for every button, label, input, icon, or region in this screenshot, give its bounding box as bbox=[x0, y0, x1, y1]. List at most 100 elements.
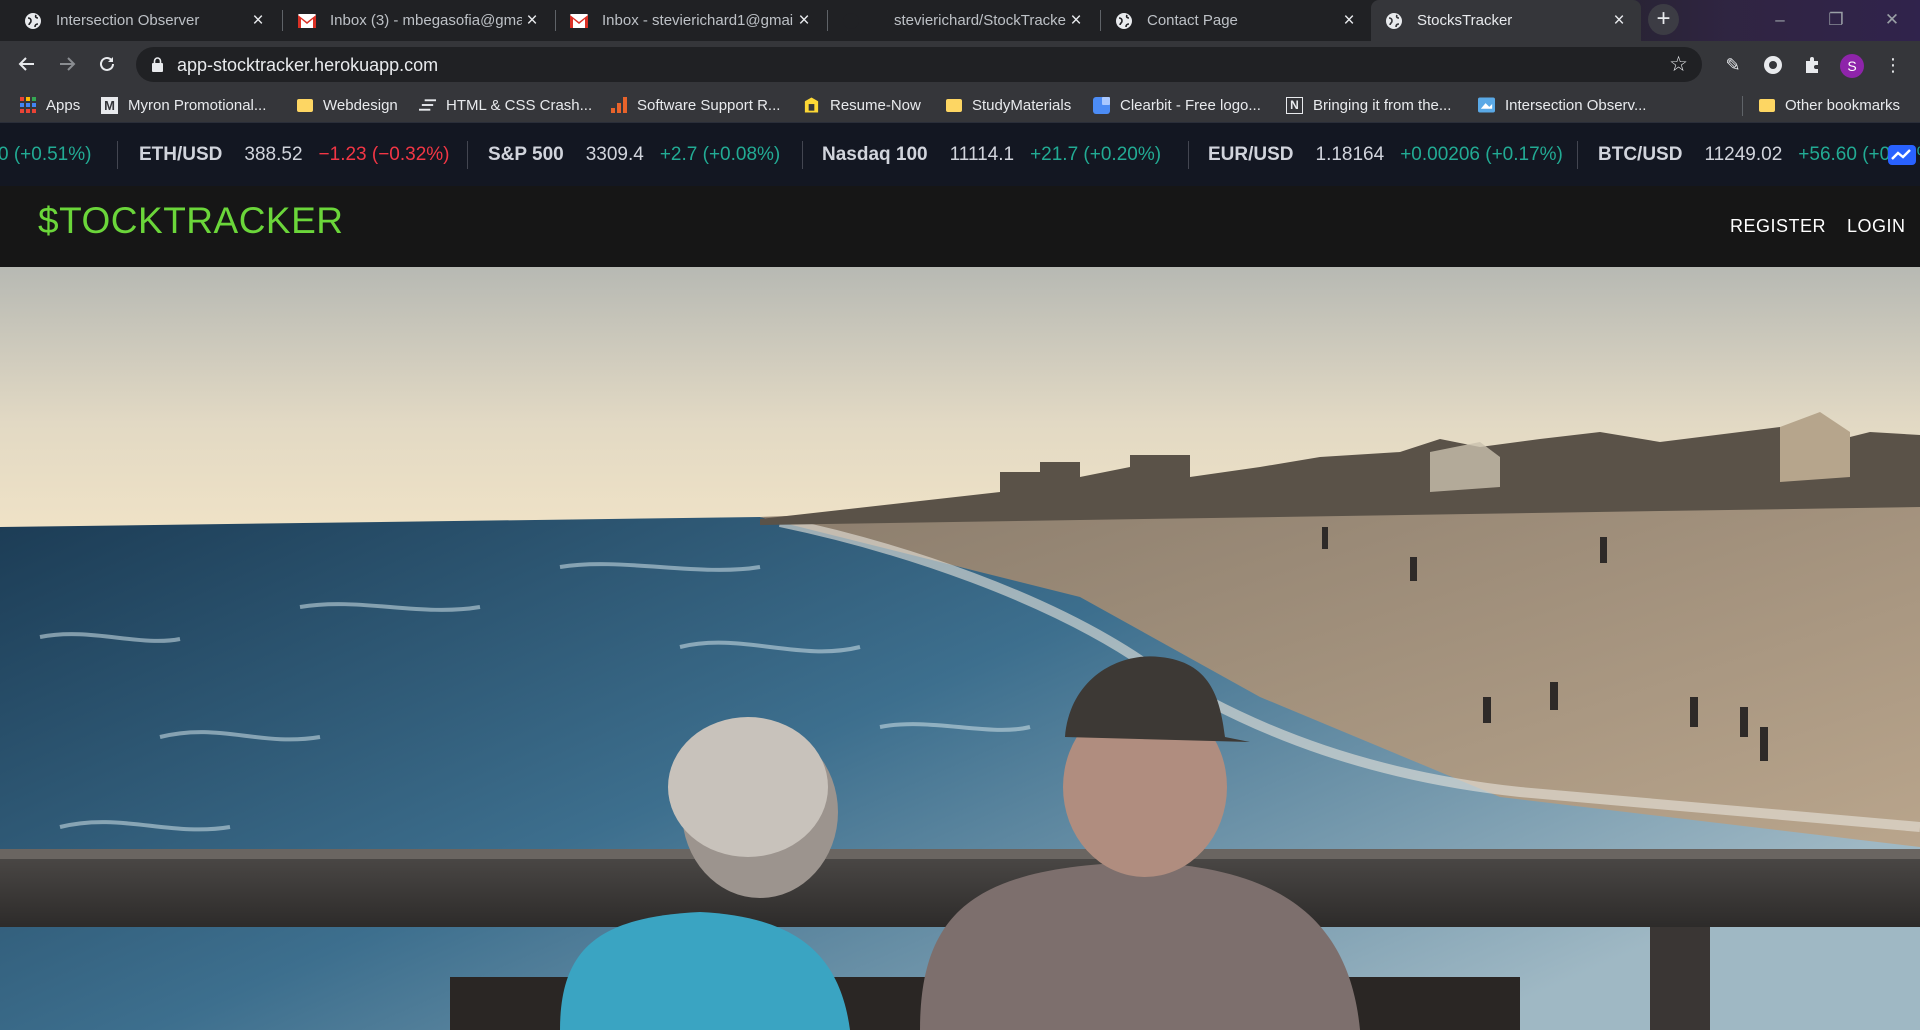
bars-icon bbox=[419, 97, 436, 114]
close-tab-icon[interactable]: × bbox=[522, 10, 542, 32]
ticker-separator bbox=[1188, 141, 1189, 169]
tab-title: Intersection Observer bbox=[56, 12, 200, 29]
ticker-price: 1.18164 bbox=[1315, 144, 1385, 165]
tab-title: stevierichard/StockTracker bbox=[894, 12, 1066, 29]
forward-button[interactable] bbox=[49, 41, 85, 88]
bookmark-label: Myron Promotional... bbox=[128, 96, 267, 114]
browser-toolbar: app-stocktracker.herokuapp.com ☆ ✎ S ⋮ bbox=[0, 41, 1920, 88]
ticker-change: +2.7 (+0.08%) bbox=[659, 144, 781, 165]
bookmark-html-css[interactable]: HTML & CSS Crash... bbox=[419, 88, 592, 122]
bookmark-myron[interactable]: M Myron Promotional... bbox=[101, 88, 266, 122]
bookmark-label: Other bookmarks bbox=[1785, 96, 1901, 114]
ticker-change: +0.00206 (+0.17%) bbox=[1400, 144, 1563, 165]
bookmarks-bar: Apps M Myron Promotional... Webdesign HT… bbox=[0, 88, 1920, 122]
back-arrow-icon bbox=[18, 57, 34, 71]
notion-icon: N bbox=[1286, 96, 1303, 114]
extensions-puzzle-icon[interactable] bbox=[1796, 48, 1830, 82]
close-window-button[interactable]: ✕ bbox=[1864, 0, 1920, 41]
profile-avatar[interactable]: S bbox=[1840, 54, 1864, 78]
minimize-button[interactable]: – bbox=[1752, 0, 1808, 41]
bookmark-label: Intersection Observ... bbox=[1505, 96, 1647, 114]
ticker-symbol: Nasdaq 100 bbox=[822, 144, 928, 165]
tab-github-stocktracker[interactable]: stevierichard/StockTracker × bbox=[828, 0, 1098, 41]
ticker-price: 11114.1 bbox=[949, 144, 1015, 165]
close-tab-icon[interactable]: × bbox=[1066, 10, 1086, 32]
bookmark-clearbit[interactable]: Clearbit - Free logo... bbox=[1093, 88, 1261, 122]
tab-intersection-observer[interactable]: Intersection Observer × bbox=[0, 0, 280, 41]
tab-separator bbox=[282, 10, 283, 31]
globe-icon bbox=[1115, 12, 1133, 30]
bookmark-webdesign[interactable]: Webdesign bbox=[296, 88, 398, 122]
bookmark-intersection-observer[interactable]: Intersection Observ... bbox=[1478, 88, 1646, 122]
tab-title: StocksTracker bbox=[1417, 12, 1513, 29]
tab-gmail-inbox-2[interactable]: Inbox - stevierichard1@gmail.com × bbox=[556, 0, 826, 41]
bookmark-label: Apps bbox=[46, 96, 81, 114]
m-logo-icon: M bbox=[101, 96, 118, 114]
register-link[interactable]: REGISTER bbox=[1730, 216, 1826, 237]
resume-icon bbox=[803, 97, 820, 114]
bookmark-label: HTML & CSS Crash... bbox=[446, 96, 593, 114]
url-text: app-stocktracker.herokuapp.com bbox=[177, 55, 439, 75]
bookmark-star-icon[interactable]: ☆ bbox=[1669, 52, 1688, 77]
globe-icon bbox=[24, 12, 42, 30]
address-bar[interactable]: app-stocktracker.herokuapp.com ☆ bbox=[136, 47, 1702, 82]
pen-extension-icon[interactable]: ✎ bbox=[1716, 48, 1750, 82]
folder-icon bbox=[1758, 97, 1775, 114]
ticker-item[interactable]: S&P 500 3309.4 +2.7 (+0.08%) bbox=[488, 123, 780, 186]
close-tab-icon[interactable]: × bbox=[1609, 10, 1629, 32]
forward-arrow-icon bbox=[60, 57, 76, 71]
apps-grid-icon bbox=[19, 97, 36, 114]
ticker-symbol: S&P 500 bbox=[488, 144, 564, 165]
bookmark-label: StudyMaterials bbox=[972, 96, 1072, 114]
new-tab-button[interactable]: + bbox=[1648, 4, 1679, 35]
bookmark-notion[interactable]: N Bringing it from the... bbox=[1286, 88, 1451, 122]
bookmark-label: Software Support R... bbox=[637, 96, 781, 114]
ticker-item[interactable]: EUR/USD 1.18164 +0.00206 (+0.17%) bbox=[1208, 123, 1563, 186]
menu-kebab-icon[interactable]: ⋮ bbox=[1876, 48, 1910, 82]
ticker-change: −1.23 (−0.32%) bbox=[318, 144, 450, 165]
ticker-tape[interactable]: 0 (+0.51%) ETH/USD 388.52 −1.23 (−0.32%)… bbox=[0, 122, 1920, 186]
ticker-item[interactable]: BTC/USD 11249.02 +56.60 (+0.50%) bbox=[1598, 123, 1920, 186]
ticker-price: 388.52 bbox=[244, 144, 303, 165]
other-bookmarks[interactable]: Other bookmarks bbox=[1758, 88, 1900, 122]
bookmark-studymaterials[interactable]: StudyMaterials bbox=[945, 88, 1071, 122]
ticker-item[interactable]: ETH/USD 388.52 −1.23 (−0.32%) bbox=[139, 123, 450, 186]
tab-gmail-inbox-1[interactable]: Inbox (3) - mbegasofia@gmail.com × bbox=[284, 0, 554, 41]
github-icon bbox=[842, 12, 860, 30]
tab-title: Contact Page bbox=[1147, 12, 1238, 29]
chart-icon bbox=[610, 97, 627, 114]
tradingview-logo-icon[interactable] bbox=[1888, 145, 1916, 165]
close-tab-icon[interactable]: × bbox=[1339, 10, 1359, 32]
shield-extension-icon[interactable] bbox=[1756, 48, 1790, 82]
maximize-button[interactable]: ❐ bbox=[1808, 0, 1864, 41]
browser-tab-strip: Intersection Observer × Inbox (3) - mbeg… bbox=[0, 0, 1920, 41]
ticker-price: 3309.4 bbox=[585, 144, 644, 165]
reload-icon bbox=[100, 56, 114, 71]
tab-contact-page[interactable]: Contact Page × bbox=[1101, 0, 1371, 41]
back-button[interactable] bbox=[9, 41, 45, 88]
bookmark-software-support[interactable]: Software Support R... bbox=[610, 88, 780, 122]
bookmark-apps[interactable]: Apps bbox=[19, 88, 80, 122]
tab-stockstracker[interactable]: StocksTracker × bbox=[1371, 0, 1641, 41]
tab-title: Inbox - stevierichard1@gmail.com bbox=[602, 12, 794, 29]
lock-icon bbox=[152, 57, 163, 72]
brand-logo[interactable]: $TOCKTRACKER bbox=[38, 200, 344, 242]
reload-button[interactable] bbox=[89, 41, 125, 88]
site-navbar: $TOCKTRACKER REGISTER LOGIN bbox=[0, 186, 1920, 267]
login-link[interactable]: LOGIN bbox=[1847, 216, 1906, 237]
bookmark-resume-now[interactable]: Resume-Now bbox=[803, 88, 921, 122]
close-tab-icon[interactable]: × bbox=[248, 10, 268, 32]
ticker-item[interactable]: 0 (+0.51%) bbox=[0, 123, 91, 186]
bookmark-label: Bringing it from the... bbox=[1313, 96, 1452, 114]
bookmark-label: Webdesign bbox=[323, 96, 398, 114]
ticker-change: 0 (+0.51%) bbox=[0, 144, 92, 165]
globe-icon bbox=[1385, 12, 1403, 30]
close-tab-icon[interactable]: × bbox=[794, 10, 814, 32]
ticker-item[interactable]: Nasdaq 100 11114.1 +21.7 (+0.20%) bbox=[822, 123, 1161, 186]
tab-title: Inbox (3) - mbegasofia@gmail.com bbox=[330, 12, 522, 29]
ticker-change: +21.7 (+0.20%) bbox=[1030, 144, 1162, 165]
ticker-separator bbox=[467, 141, 468, 169]
ticker-symbol: ETH/USD bbox=[139, 144, 223, 165]
ticker-separator bbox=[1577, 141, 1578, 169]
hero-image bbox=[0, 267, 1920, 1030]
